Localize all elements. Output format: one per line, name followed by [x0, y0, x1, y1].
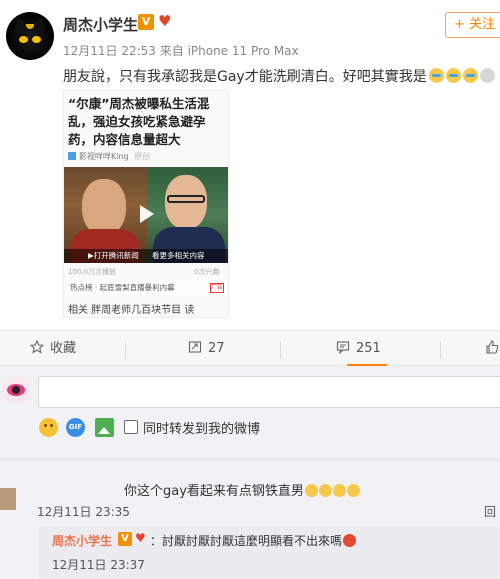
card-source-name: 影视咩咩King [79, 152, 129, 161]
divider [440, 341, 441, 359]
comment-input[interactable] [38, 376, 500, 408]
cry-emoji-icon [428, 68, 444, 83]
emoji-icon[interactable] [39, 418, 58, 437]
ad-row[interactable]: 热点榜 · 起底雪梨直播暴利内幕 广告 [66, 281, 228, 295]
like-button[interactable] [485, 331, 500, 367]
stat-right: 0次兴趣 [194, 268, 220, 276]
emoji-icon [304, 484, 318, 497]
emoji-icon [318, 484, 332, 497]
ad-text: 热点榜 · 起底雪梨直播暴利内幕 [70, 283, 175, 292]
emoji-icon [346, 484, 360, 497]
comment-time: 12月11日 23:35 [37, 505, 130, 519]
reply-link[interactable]: 回 [484, 503, 496, 520]
cry-emoji-icon [445, 68, 461, 83]
verified-badge-icon: V [138, 14, 154, 30]
heart-badge-icon: ♥ [135, 531, 146, 545]
favorite-button[interactable]: 收藏 [30, 331, 76, 367]
weibo-post: 周杰小学生 V ♥ 12月11日 22:53 来自 iPhone 11 Pro … [0, 0, 500, 330]
repost-count: 27 [208, 341, 225, 356]
divider [0, 459, 500, 460]
reply-text: ：討厭討厭討厭這麼明顯看不出來嗎 [150, 532, 357, 549]
open-news-link[interactable]: ▶打开腾讯新闻 [88, 249, 139, 263]
comments-section: GIF 同时转发到我的微博 你这个gay看起来有点钢铁直男 12月11日 23:… [0, 366, 500, 579]
follow-button[interactable]: + 关注 [445, 12, 500, 38]
card-title: “尔康”周杰被曝私生活混乱，强迫女孩吃紧急避孕药，内容信息量超大 [68, 96, 210, 147]
card-source: 影视咩咩King 原创 [68, 151, 150, 162]
emoji-icon [332, 484, 346, 497]
repost-checkbox-label: 同时转发到我的微博 [143, 422, 261, 437]
divider [280, 341, 281, 359]
action-bar: 收藏 27 251 [0, 330, 500, 367]
reply-text-content: ：討厭討厭討厭這麼明顯看不出來嗎 [150, 534, 343, 548]
divider [125, 341, 126, 359]
reply-box: 周杰小学生 V ♥ ：討厭討厭討厭這麼明顯看不出來嗎 12月11日 23:37 [38, 526, 500, 579]
video-thumbnail[interactable]: ▶打开腾讯新闻 看更多相关内容 [64, 167, 228, 263]
image-icon[interactable] [95, 418, 114, 437]
avatar[interactable] [0, 488, 16, 510]
view-count: 100.0万次播放 [68, 268, 117, 276]
post-meta: 12月11日 22:53 来自 iPhone 11 Pro Max [63, 44, 299, 58]
comment-count: 251 [356, 341, 381, 356]
card-source-tag: 原创 [134, 152, 151, 161]
reply-time: 12月11日 23:37 [52, 558, 145, 572]
comment-button[interactable]: 251 [336, 331, 381, 367]
more-content-link[interactable]: 看更多相关内容 [152, 249, 205, 263]
thumbs-up-icon [486, 340, 499, 354]
comment-icon [336, 341, 350, 354]
shared-article-card[interactable]: “尔康”周杰被曝私生活混乱，强迫女孩吃紧急避孕药，内容信息量超大 影视咩咩Kin… [63, 90, 229, 318]
gif-icon[interactable]: GIF [66, 418, 85, 437]
comment-text: 你这个gay看起来有点钢铁直男 [124, 480, 360, 499]
star-icon [30, 340, 44, 354]
comment-text-content: 你这个gay看起来有点钢铁直男 [124, 484, 304, 499]
post-text-content: 朋友說，只有我承認我是Gay才能洗刷清白。好吧其實我是 [63, 69, 427, 85]
post-text: 朋友說，只有我承認我是Gay才能洗刷清白。好吧其實我是 [63, 66, 495, 86]
heart-badge-icon: ♥ [158, 12, 172, 30]
repost-button[interactable]: 27 [188, 331, 225, 367]
card-more-text: 相关 胖周老师几百块节目 读 [68, 305, 195, 316]
repost-checkbox[interactable] [124, 420, 138, 434]
ad-tag: 广告 [210, 283, 224, 293]
source-icon [68, 152, 76, 160]
play-icon[interactable] [140, 205, 154, 223]
avatar[interactable] [2, 376, 30, 404]
cry-emoji-icon [462, 68, 478, 83]
favorite-label: 收藏 [50, 341, 77, 356]
avatar[interactable] [6, 12, 54, 60]
video-bar: ▶打开腾讯新闻 看更多相关内容 [64, 249, 228, 263]
repost-icon [188, 341, 202, 353]
post-username[interactable]: 周杰小学生 [63, 14, 138, 35]
shock-emoji-icon [479, 68, 495, 83]
reply-username[interactable]: 周杰小学生 [52, 532, 112, 549]
verified-badge-icon: V [118, 532, 132, 546]
angry-emoji-icon [343, 534, 357, 547]
